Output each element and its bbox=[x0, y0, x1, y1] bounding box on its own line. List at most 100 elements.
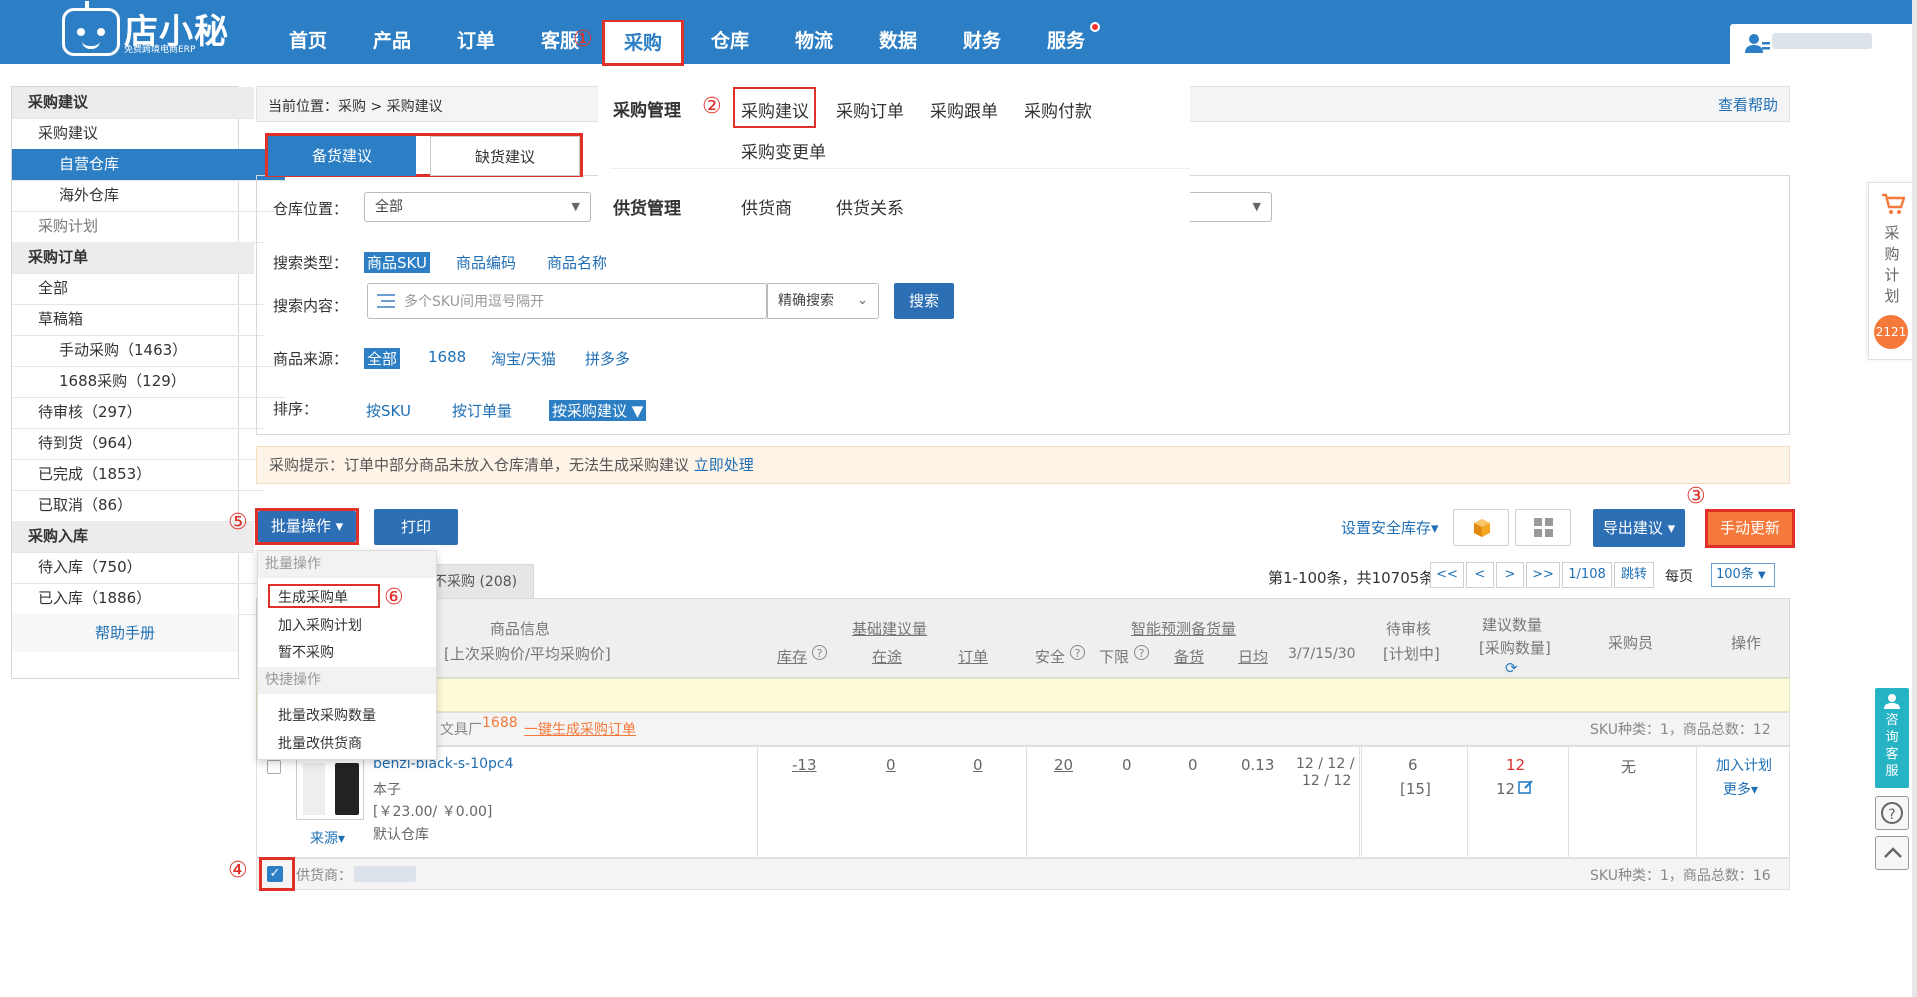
menu-item-batch-quantity[interactable]: 批量改采购数量 bbox=[278, 705, 376, 725]
edit-icon[interactable] bbox=[1518, 779, 1534, 799]
pager-last[interactable]: >> bbox=[1526, 562, 1560, 588]
step-marker-4: ④ bbox=[228, 858, 248, 883]
menu-item-supply-relations[interactable]: 供货关系 bbox=[836, 194, 904, 219]
help-circle-icon[interactable]: ? bbox=[812, 645, 827, 660]
grid-view-button[interactable] bbox=[1515, 509, 1571, 546]
page-scrollbar[interactable] bbox=[1912, 0, 1917, 997]
menu-item-skip-purchase[interactable]: 暂不采购 bbox=[278, 642, 334, 662]
nav-products[interactable]: 产品 bbox=[362, 0, 422, 64]
pager-jump[interactable]: 跳转 bbox=[1614, 562, 1654, 588]
help-manual-link[interactable]: 帮助手册 bbox=[12, 614, 238, 652]
cell-lower: 0 bbox=[1122, 756, 1132, 774]
menu-item-suppliers[interactable]: 供货商 bbox=[741, 194, 792, 219]
secondary-select[interactable]: ▼ bbox=[1180, 192, 1272, 222]
nav-services[interactable]: 服务 bbox=[1036, 0, 1096, 64]
nav-finance[interactable]: 财务 bbox=[952, 0, 1012, 64]
cell-stock[interactable]: -13 bbox=[792, 756, 817, 774]
help-button[interactable]: ? bbox=[1875, 796, 1909, 830]
match-mode-select[interactable]: 精确搜索 ⌄ bbox=[767, 283, 879, 319]
source-pinduoduo[interactable]: 拼多多 bbox=[585, 348, 630, 369]
cell-safe[interactable]: 20 bbox=[1054, 756, 1073, 774]
notice-handle-link[interactable]: 立即处理 bbox=[694, 456, 754, 474]
sidebar-item-to-inbound[interactable]: 待入库（750） bbox=[12, 552, 264, 584]
sidebar-item-plan[interactable]: 采购计划 bbox=[12, 211, 264, 243]
col-stockup[interactable]: 备货 bbox=[1174, 646, 1204, 667]
pager-next[interactable]: > bbox=[1496, 562, 1524, 588]
sidebar-item-pending[interactable]: 待审核（297） bbox=[12, 397, 264, 429]
export-button[interactable]: 导出建议 ▾ bbox=[1593, 509, 1685, 547]
col-basic[interactable]: 基础建议量 bbox=[852, 618, 927, 639]
menu-item-suggestion[interactable]: 采购建议 bbox=[741, 97, 809, 122]
sidebar-item-suggest[interactable]: 采购建议 bbox=[12, 118, 264, 150]
help-circle-icon[interactable]: ? bbox=[1070, 645, 1085, 660]
source-taobao[interactable]: 淘宝/天猫 bbox=[491, 348, 556, 369]
refresh-icon[interactable]: ⟳ bbox=[1505, 659, 1518, 677]
one-click-order-link[interactable]: 一键生成采购订单 bbox=[524, 719, 636, 739]
batch-operations-button[interactable]: 批量操作 ▾ bbox=[258, 511, 356, 542]
menu-item-tracking[interactable]: 采购跟单 bbox=[930, 97, 998, 122]
sidebar-item-1688[interactable]: 1688采购（129） bbox=[12, 366, 285, 398]
search-type-code[interactable]: 商品编码 bbox=[456, 252, 516, 273]
sidebar-item-own-warehouse[interactable]: 自营仓库 bbox=[12, 149, 285, 181]
product-source[interactable]: 来源▾ bbox=[310, 828, 345, 848]
consult-service-button[interactable]: 咨询客服 bbox=[1875, 688, 1909, 788]
more-actions-link[interactable]: 更多▾ bbox=[1723, 779, 1758, 799]
sidebar-item-awaiting[interactable]: 待到货（964） bbox=[12, 428, 264, 460]
sort-by-sku[interactable]: 按SKU bbox=[366, 400, 411, 421]
sidebar-item-inbounded[interactable]: 已入库（1886） bbox=[12, 583, 264, 615]
print-button[interactable]: 打印 bbox=[374, 509, 458, 545]
source-all[interactable]: 全部 bbox=[364, 348, 401, 369]
tab-shortage-suggestion[interactable]: 缺货建议 bbox=[430, 136, 580, 176]
row-checkbox[interactable] bbox=[267, 760, 281, 774]
help-circle-icon[interactable]: ? bbox=[1134, 645, 1149, 660]
pager-prev[interactable]: < bbox=[1466, 562, 1494, 588]
per-page-select[interactable]: 100条 ▼ bbox=[1711, 563, 1775, 587]
product-thumbnail[interactable] bbox=[296, 756, 364, 820]
col-transit[interactable]: 在途 bbox=[872, 646, 902, 667]
warehouse-select[interactable]: 全部 ▼ bbox=[364, 192, 591, 222]
source-1688[interactable]: 1688 bbox=[428, 348, 466, 366]
add-to-plan-link[interactable]: 加入计划 bbox=[1716, 755, 1772, 775]
search-type-sku[interactable]: 商品SKU bbox=[364, 252, 430, 273]
help-link[interactable]: 查看帮助 bbox=[1718, 94, 1778, 115]
sidebar-item-drafts[interactable]: 草稿箱 bbox=[12, 304, 264, 336]
tab-stock-suggestion[interactable]: 备货建议 bbox=[268, 136, 416, 176]
search-input[interactable]: 多个SKU间用逗号隔开 bbox=[367, 283, 767, 319]
purchase-plan-widget[interactable]: 采购计划 2121 bbox=[1868, 182, 1914, 360]
menu-item-orders[interactable]: 采购订单 bbox=[836, 97, 904, 122]
safety-stock-link[interactable]: 设置安全库存▾ bbox=[1341, 517, 1439, 538]
back-to-top-button[interactable] bbox=[1875, 836, 1909, 870]
box-view-button[interactable] bbox=[1453, 509, 1509, 546]
sort-by-orders[interactable]: 按订单量 bbox=[452, 400, 512, 421]
tab-not-purchase[interactable]: 不采购 (208) bbox=[432, 564, 534, 598]
sidebar-item-all[interactable]: 全部 bbox=[12, 273, 264, 305]
cell-transit[interactable]: 0 bbox=[886, 756, 896, 774]
nav-purchase[interactable]: 采购 bbox=[602, 20, 684, 66]
menu-item-change-order[interactable]: 采购变更单 bbox=[741, 138, 826, 163]
cell-order[interactable]: 0 bbox=[973, 756, 983, 774]
nav-logistics[interactable]: 物流 bbox=[784, 0, 844, 64]
col-smart[interactable]: 智能预测备货量 bbox=[1131, 618, 1236, 639]
search-type-name[interactable]: 商品名称 bbox=[547, 252, 607, 273]
col-order[interactable]: 订单 bbox=[958, 646, 988, 667]
menu-item-batch-supplier[interactable]: 批量改供货商 bbox=[278, 733, 362, 753]
group-checkbox-checked[interactable]: ✓ bbox=[267, 866, 283, 882]
menu-item-add-to-plan[interactable]: 加入采购计划 bbox=[278, 615, 362, 635]
search-button[interactable]: 搜索 bbox=[894, 283, 954, 319]
sidebar-item-completed[interactable]: 已完成（1853） bbox=[12, 459, 264, 491]
sort-by-suggestion[interactable]: 按采购建议 ▼ bbox=[549, 400, 647, 421]
nav-home[interactable]: 首页 bbox=[278, 0, 338, 64]
col-stock[interactable]: 库存 bbox=[777, 646, 807, 667]
manual-update-button[interactable]: 手动更新 bbox=[1708, 512, 1792, 545]
sidebar-item-cancelled[interactable]: 已取消（86） bbox=[12, 490, 264, 522]
col-daily[interactable]: 日均 bbox=[1238, 646, 1268, 667]
nav-data[interactable]: 数据 bbox=[868, 0, 928, 64]
menu-item-payment[interactable]: 采购付款 bbox=[1024, 97, 1092, 122]
pager-first[interactable]: << bbox=[1430, 562, 1464, 588]
sidebar-item-manual[interactable]: 手动采购（1463） bbox=[12, 335, 285, 367]
nav-warehouse[interactable]: 仓库 bbox=[700, 0, 760, 64]
col-suggest-sub: [采购数量] bbox=[1479, 639, 1551, 657]
sidebar-item-overseas-warehouse[interactable]: 海外仓库 bbox=[12, 180, 285, 212]
pager-page[interactable]: 1/108 bbox=[1562, 562, 1612, 588]
nav-orders[interactable]: 订单 bbox=[446, 0, 506, 64]
